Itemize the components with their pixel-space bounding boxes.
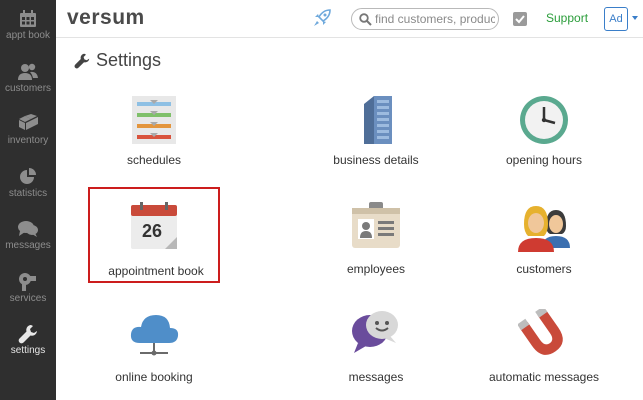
- sidebar-item-label: customers: [4, 83, 52, 94]
- pie-chart-icon: [20, 168, 36, 184]
- calendar-icon: [20, 10, 36, 27]
- schedules-icon: [132, 96, 176, 144]
- id-badge-icon: [352, 202, 400, 248]
- sidebar-item-label: inventory: [7, 135, 49, 146]
- users-icon: [18, 63, 38, 80]
- tile-appointment-book[interactable]: 26 appointment book: [88, 187, 220, 283]
- sidebar-item-label: settings: [10, 345, 46, 356]
- boxes-icon: [19, 114, 38, 130]
- page-title-text: Settings: [96, 50, 162, 70]
- search-icon: [359, 13, 372, 26]
- sidebar-item-label: services: [9, 293, 47, 304]
- tile-opening-hours[interactable]: opening hours: [478, 94, 610, 190]
- tile-label: customers: [516, 262, 572, 276]
- checkmark-icon: [515, 15, 525, 24]
- tile-business-details[interactable]: business details: [310, 94, 442, 190]
- tile-label: business details: [333, 153, 419, 167]
- search-input[interactable]: [375, 11, 495, 27]
- chat-icon: [18, 221, 38, 237]
- sidebar-item-settings[interactable]: settings: [0, 315, 56, 367]
- tile-label: employees: [346, 262, 406, 276]
- magnet-icon: [518, 309, 563, 355]
- account-button[interactable]: Ad: [604, 7, 628, 31]
- tile-label: schedules: [126, 153, 182, 167]
- tile-label: opening hours: [505, 153, 583, 167]
- tile-label: messages: [348, 370, 404, 384]
- wrench-icon: [74, 53, 90, 69]
- sidebar-item-label: appt book: [6, 30, 50, 41]
- speech-bubbles-icon: [352, 311, 398, 353]
- sidebar-item-statistics[interactable]: statistics: [0, 158, 56, 210]
- sidebar-item-inventory[interactable]: inventory: [0, 105, 56, 157]
- building-icon: [364, 96, 392, 144]
- appointment-calendar-icon: 26: [131, 202, 177, 249]
- chevron-down-icon[interactable]: [632, 16, 638, 20]
- sidebar-item-label: messages: [5, 240, 51, 251]
- tile-label: online booking: [115, 370, 193, 384]
- clock-icon: [520, 96, 568, 144]
- support-link[interactable]: Support: [546, 11, 588, 25]
- app-logo[interactable]: versum: [67, 6, 145, 30]
- hairdryer-icon: [19, 273, 36, 291]
- tile-schedules[interactable]: schedules: [88, 94, 220, 190]
- tile-employees[interactable]: employees: [310, 202, 442, 298]
- cloud-icon: [130, 315, 179, 356]
- calendar-day-number: 26: [142, 221, 162, 241]
- tile-automatic-messages[interactable]: automatic messages: [478, 309, 610, 400]
- wrench-icon: [18, 325, 37, 344]
- rocket-icon[interactable]: [312, 8, 332, 33]
- tile-online-booking[interactable]: online booking: [88, 309, 220, 400]
- search-box: [351, 8, 499, 30]
- sidebar: appt book customers inventory statistics…: [0, 0, 56, 400]
- sidebar-item-appt-book[interactable]: appt book: [0, 0, 56, 52]
- people-icon: [518, 206, 570, 252]
- sidebar-item-customers[interactable]: customers: [0, 53, 56, 105]
- tile-messages[interactable]: messages: [310, 309, 442, 400]
- sidebar-item-services[interactable]: services: [0, 263, 56, 315]
- tile-label: automatic messages: [488, 370, 600, 384]
- sidebar-item-messages[interactable]: messages: [0, 210, 56, 262]
- sidebar-item-label: statistics: [8, 188, 48, 199]
- top-bar: versum Support Ad: [56, 0, 643, 38]
- checkbox[interactable]: [513, 12, 527, 26]
- tile-label: appointment book: [108, 264, 204, 278]
- tile-customers[interactable]: customers: [478, 202, 610, 298]
